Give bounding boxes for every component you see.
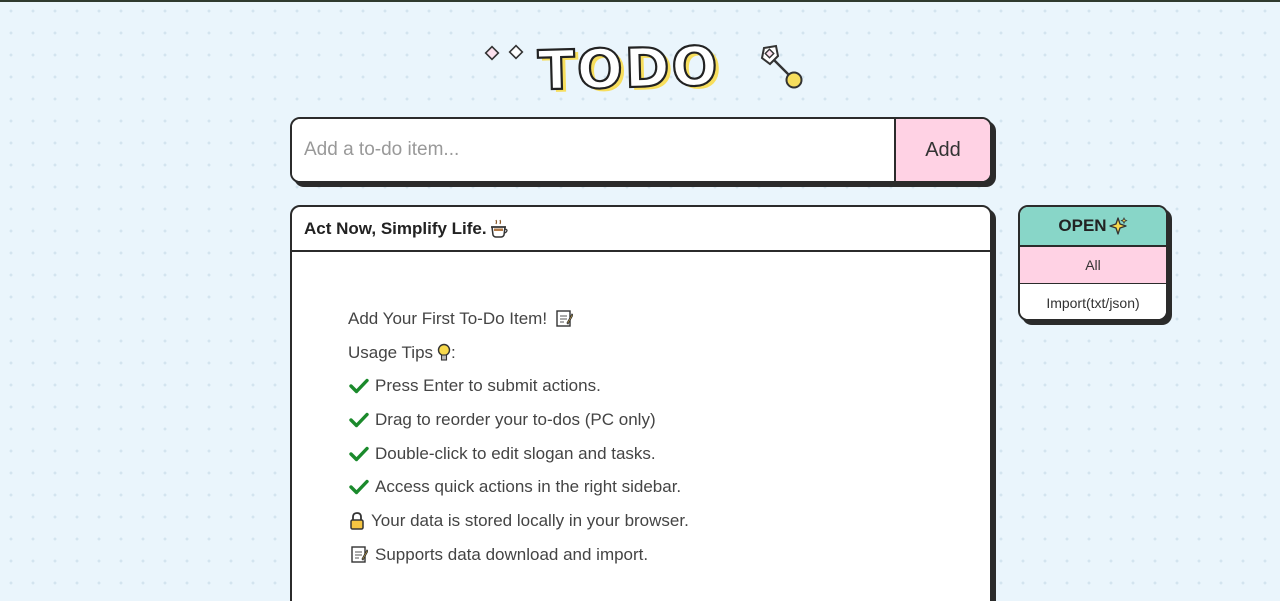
coffee-icon bbox=[490, 219, 508, 238]
key-icon bbox=[760, 44, 803, 89]
add-todo-form: Add bbox=[290, 117, 992, 183]
slogan[interactable]: Act Now, Simplify Life. bbox=[304, 219, 487, 239]
bulb-icon bbox=[437, 343, 451, 363]
logo-title: TODO bbox=[536, 34, 721, 104]
check-icon bbox=[348, 476, 370, 498]
tip-double-click: Double-click to edit slogan and tasks. bbox=[348, 437, 990, 471]
check-icon bbox=[348, 375, 370, 397]
sparkle-icon bbox=[1108, 217, 1128, 235]
memo-icon bbox=[553, 308, 575, 330]
sidebar-item-import[interactable]: Import(txt/json) bbox=[1020, 284, 1166, 319]
check-icon bbox=[348, 443, 370, 465]
tip-usage-title: Usage Tips : bbox=[348, 342, 456, 363]
sidebar-item-all[interactable]: All bbox=[1020, 247, 1166, 284]
sidebar-title: OPEN bbox=[1058, 216, 1107, 235]
tip-sidebar: Access quick actions in the right sideba… bbox=[348, 470, 990, 504]
todo-input[interactable] bbox=[292, 119, 894, 181]
sidebar-header[interactable]: OPEN bbox=[1020, 207, 1166, 247]
tip-import: Supports data download and import. bbox=[348, 538, 990, 572]
memo-icon bbox=[348, 544, 370, 566]
lock-icon bbox=[348, 510, 366, 532]
logo: TODO bbox=[480, 34, 810, 104]
tip-enter: Press Enter to submit actions. bbox=[348, 369, 990, 403]
diamond-icon bbox=[508, 44, 524, 60]
tip-drag: Drag to reorder your to-dos (PC only) bbox=[348, 403, 990, 437]
check-icon bbox=[348, 409, 370, 431]
add-button[interactable]: Add bbox=[894, 119, 990, 181]
todo-card: Act Now, Simplify Life. Add Your First T… bbox=[290, 205, 992, 601]
usage-tips: Add Your First To-Do Item! Usage Tips : … bbox=[292, 252, 990, 572]
quick-actions-sidebar: OPEN All Import(txt/json) bbox=[1018, 205, 1168, 321]
tip-first-item: Add Your First To-Do Item! bbox=[348, 302, 990, 336]
diamond-icon bbox=[484, 45, 500, 61]
tip-local-storage: Your data is stored locally in your brow… bbox=[348, 504, 990, 538]
card-header: Act Now, Simplify Life. bbox=[292, 207, 990, 252]
